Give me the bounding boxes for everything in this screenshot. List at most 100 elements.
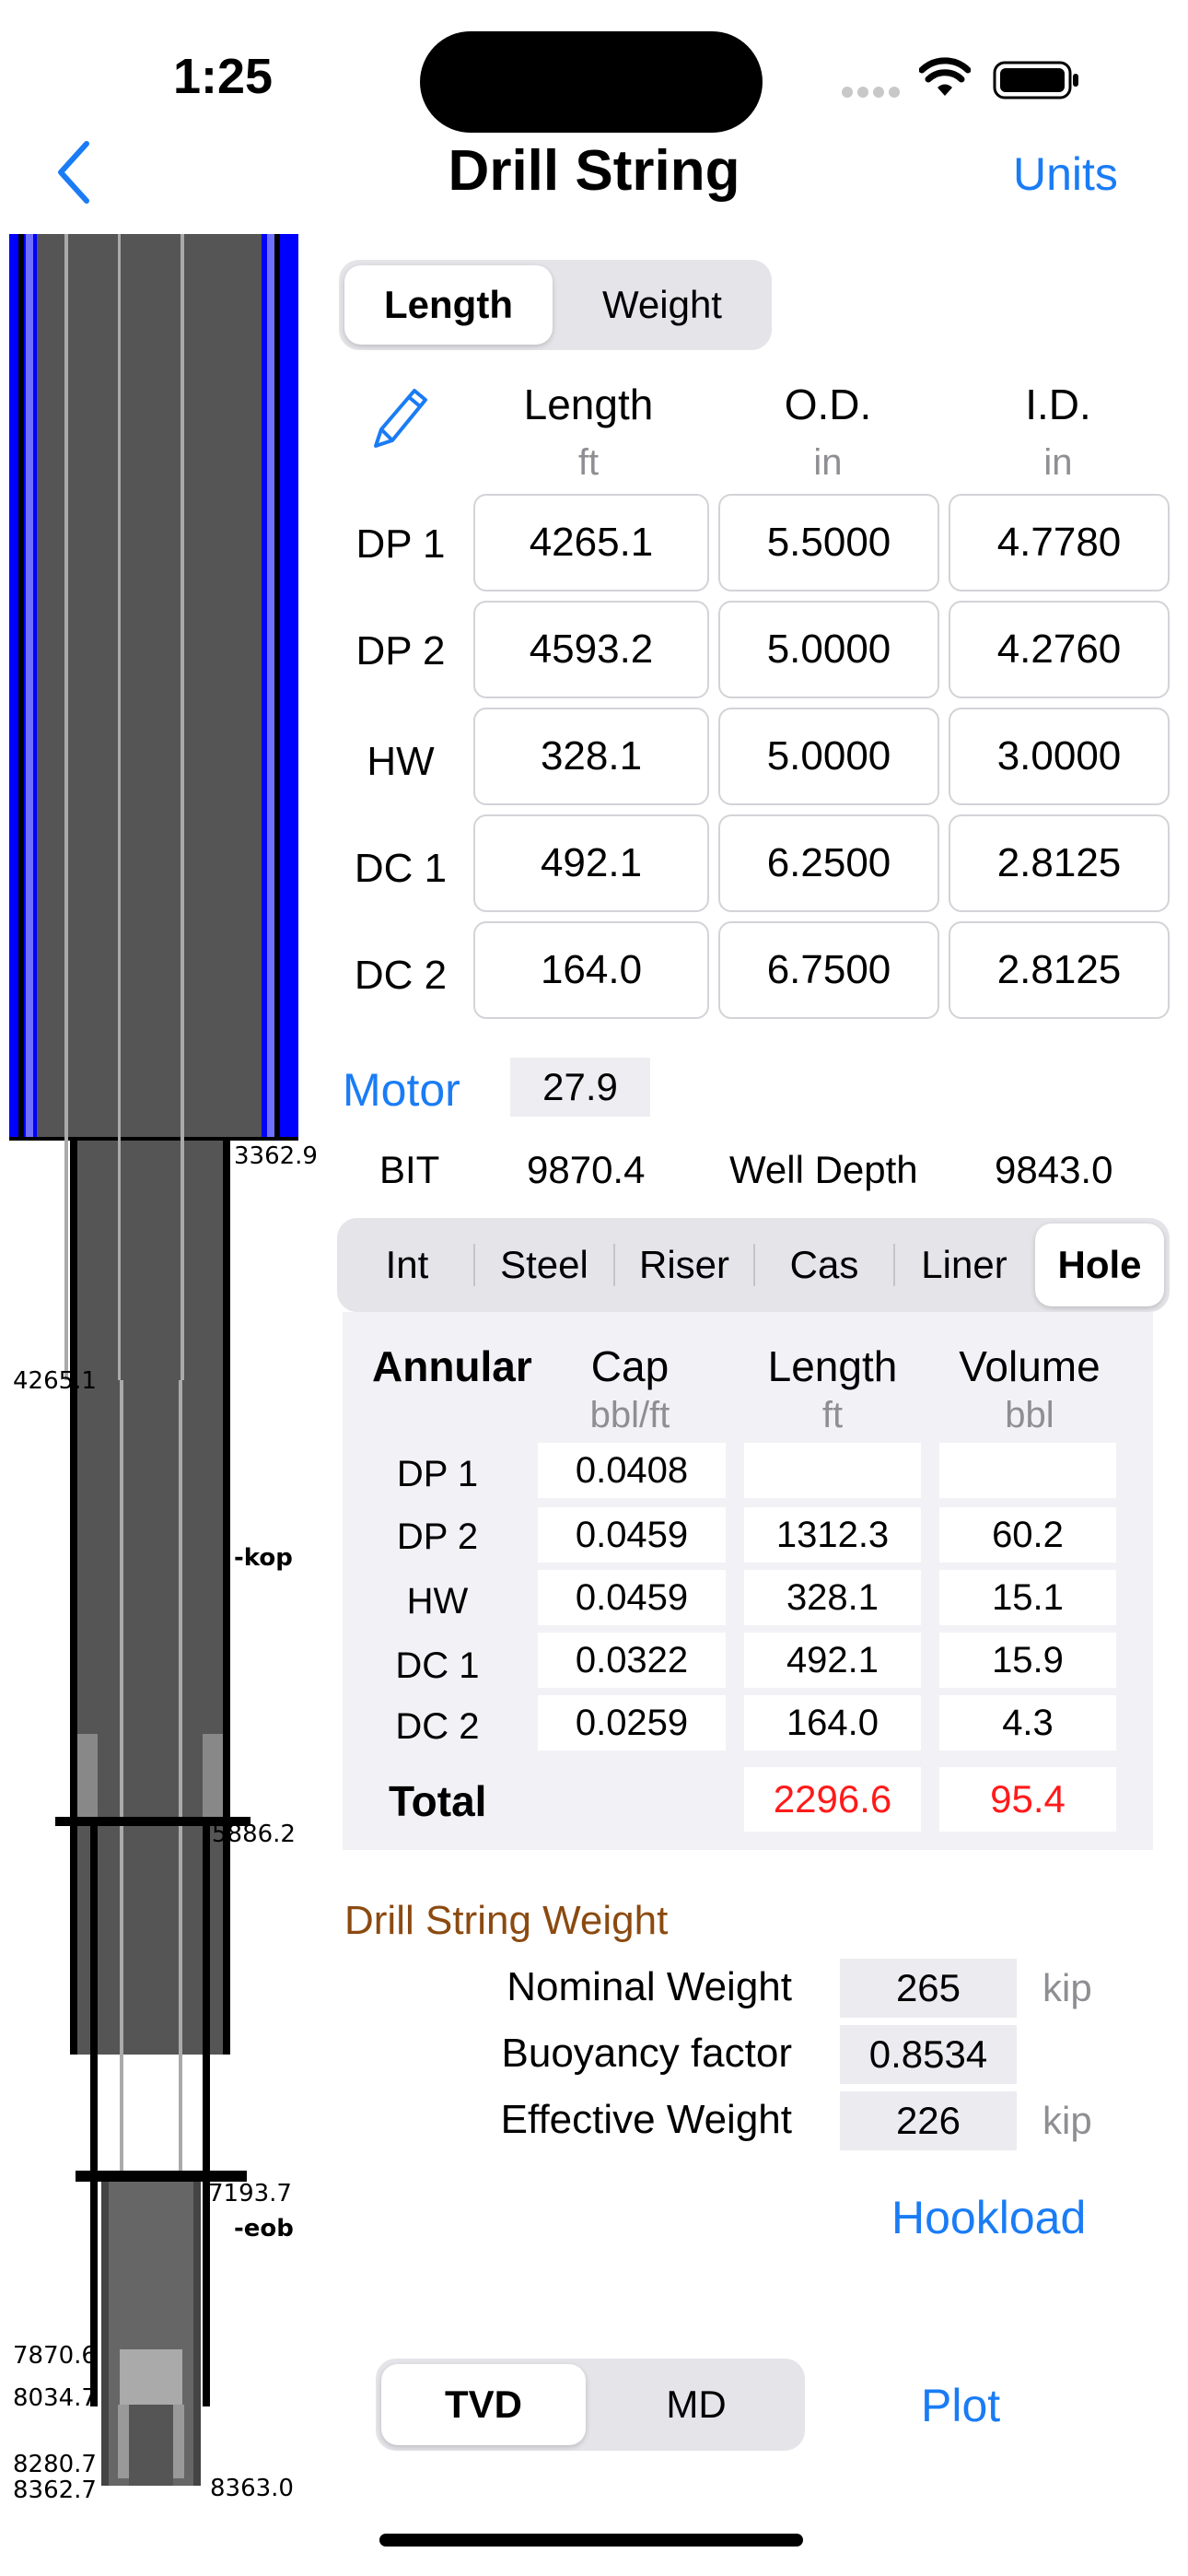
ann-length-cell: 164.0 — [744, 1695, 921, 1751]
depth-label-7870: 7870.6 — [13, 2342, 97, 2370]
section-segmented-control: Int Steel Riser Cas Liner Hole — [337, 1218, 1170, 1312]
kop-label: -kop — [234, 1544, 293, 1572]
row-label-dc1: DC 1 — [354, 846, 448, 891]
pipe-inner-line-left — [118, 234, 121, 1380]
motor-button[interactable]: Motor — [343, 1063, 460, 1117]
edit-pencil-icon[interactable] — [368, 381, 435, 456]
effective-weight-label: Effective Weight — [500, 2097, 792, 2142]
pipe-inner-line-right — [181, 234, 183, 1380]
liner-wall-left — [90, 1826, 98, 2406]
col-unit-od: in — [813, 442, 843, 483]
tab-weight[interactable]: Weight — [558, 265, 766, 345]
tab-md[interactable]: MD — [593, 2364, 799, 2445]
tab-length[interactable]: Length — [344, 265, 553, 345]
ann-col-length: Length — [767, 1342, 898, 1390]
eob-label: -eob — [234, 2215, 294, 2242]
effective-weight-value: 226 — [840, 2091, 1017, 2150]
casing-black-right — [274, 234, 280, 1141]
casing-gray-right — [267, 234, 274, 1141]
hw-length-field[interactable]: 328.1 — [473, 708, 709, 805]
depth-label-8362: 8362.7 — [13, 2476, 97, 2504]
signal-icon — [840, 83, 901, 106]
hole-wall-left — [70, 1141, 77, 2055]
hole-wall-right — [223, 1141, 230, 2055]
ann-row-label: DC 1 — [395, 1645, 480, 1686]
plot-button[interactable]: Plot — [921, 2379, 1000, 2432]
total-length: 2296.6 — [744, 1767, 921, 1832]
ann-volume-cell: 15.1 — [939, 1570, 1116, 1625]
hookload-button[interactable]: Hookload — [891, 2191, 1086, 2244]
hw-id-field[interactable]: 3.0000 — [949, 708, 1170, 805]
dc2-length-field[interactable]: 164.0 — [473, 921, 709, 1019]
motor-value[interactable]: 27.9 — [510, 1058, 650, 1117]
ann-col-volume: Volume — [959, 1342, 1101, 1390]
ann-volume-cell — [939, 1443, 1116, 1498]
ann-row-label: DC 2 — [395, 1706, 480, 1747]
tab-tvd[interactable]: TVD — [381, 2364, 586, 2445]
col-header-length: Length — [523, 381, 654, 428]
wifi-icon — [918, 57, 972, 102]
tab-cas[interactable]: Cas — [757, 1224, 891, 1306]
hanger-right — [203, 1734, 223, 1817]
depth-label-8363: 8363.0 — [210, 2475, 294, 2502]
liner-wall-right — [203, 1826, 210, 2406]
ann-col-cap: Cap — [590, 1342, 670, 1390]
buoyancy-value: 0.8534 — [840, 2025, 1017, 2084]
hw-od-field[interactable]: 5.0000 — [718, 708, 939, 805]
annulus-fill-upper — [37, 234, 262, 1141]
casing-gray-left — [26, 234, 33, 1141]
tab-liner[interactable]: Liner — [897, 1224, 1031, 1306]
bit-value: 9870.4 — [527, 1148, 646, 1191]
dc2-id-field[interactable]: 2.8125 — [949, 921, 1170, 1019]
dc1-id-field[interactable]: 2.8125 — [949, 814, 1170, 912]
tab-riser[interactable]: Riser — [617, 1224, 751, 1306]
total-label: Total — [389, 1777, 487, 1825]
units-button[interactable]: Units — [1013, 147, 1118, 201]
dp1-id-field[interactable]: 4.7780 — [949, 494, 1170, 591]
dc1-length-field[interactable]: 492.1 — [473, 814, 709, 912]
ann-cap-cell: 0.0459 — [538, 1507, 726, 1563]
casing-black-left — [18, 234, 24, 1141]
col-unit-id: in — [1043, 442, 1073, 483]
nominal-weight-unit: kip — [1042, 1966, 1092, 2009]
tab-hole[interactable]: Hole — [1035, 1224, 1164, 1306]
ann-row-label: DP 1 — [396, 1454, 479, 1494]
col-header-od: O.D. — [784, 381, 872, 428]
ann-volume-cell: 15.9 — [939, 1633, 1116, 1688]
ann-unit-cap: bbl/ft — [589, 1395, 670, 1435]
well-depth-label: Well Depth — [729, 1148, 918, 1191]
collar-right-wall — [193, 2182, 201, 2486]
bit-label: BIT — [379, 1148, 440, 1191]
drill-string-schematic — [0, 230, 341, 2501]
tab-int[interactable]: Int — [343, 1224, 472, 1306]
ann-unit-volume: bbl — [1005, 1395, 1054, 1435]
collar-left-wall — [101, 2182, 109, 2486]
dp1-length-field[interactable]: 4265.1 — [473, 494, 709, 591]
ann-row-label: DP 2 — [396, 1516, 479, 1557]
ann-length-cell: 328.1 — [744, 1570, 921, 1625]
ann-row-label: HW — [406, 1581, 469, 1622]
row-label-dc2: DC 2 — [354, 953, 448, 998]
total-volume: 95.4 — [939, 1767, 1116, 1832]
dc1-od-field[interactable]: 6.2500 — [718, 814, 939, 912]
section-divider — [473, 1244, 475, 1286]
depth-label-8034: 8034.7 — [13, 2384, 97, 2412]
home-indicator — [379, 2534, 803, 2547]
ann-cap-cell: 0.0459 — [538, 1570, 726, 1625]
dp2-id-field[interactable]: 4.2760 — [949, 601, 1170, 698]
tab-steel[interactable]: Steel — [477, 1224, 611, 1306]
ann-length-cell: 1312.3 — [744, 1507, 921, 1563]
section-divider — [613, 1244, 615, 1286]
weight-section-title: Drill String Weight — [344, 1898, 669, 1943]
row-label-dp1: DP 1 — [355, 521, 446, 567]
col-unit-length: ft — [577, 442, 600, 483]
dp2-od-field[interactable]: 5.0000 — [718, 601, 939, 698]
nominal-weight-label: Nominal Weight — [507, 1964, 792, 2009]
dc2-od-field[interactable]: 6.7500 — [718, 921, 939, 1019]
ann-length-cell: 492.1 — [744, 1633, 921, 1688]
dynamic-island — [420, 31, 763, 133]
depth-label-3362: 3362.9 — [234, 1142, 318, 1170]
dp2-length-field[interactable]: 4593.2 — [473, 601, 709, 698]
dp1-od-field[interactable]: 5.5000 — [718, 494, 939, 591]
depth-label-7193: 7193.7 — [208, 2180, 292, 2207]
